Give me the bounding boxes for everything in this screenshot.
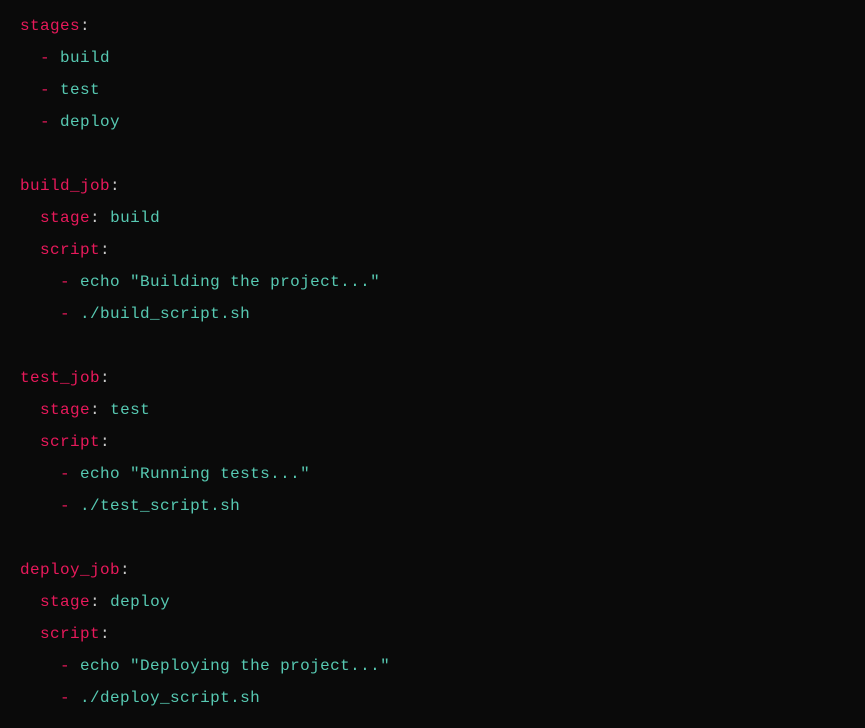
yaml-dash: - (60, 657, 70, 675)
colon: : (100, 241, 110, 259)
colon: : (90, 401, 100, 419)
yaml-key-stage: stage (40, 593, 90, 611)
yaml-stage-value: test (110, 401, 150, 419)
yaml-key-script: script (40, 433, 100, 451)
yaml-stage-item: test (60, 81, 100, 99)
yaml-script-line: echo "Deploying the project..." (80, 657, 390, 675)
yaml-key-script: script (40, 241, 100, 259)
yaml-stage-item: deploy (60, 113, 120, 131)
colon: : (90, 209, 100, 227)
yaml-stage-item: build (60, 49, 110, 67)
colon: : (90, 593, 100, 611)
yaml-script-line: ./build_script.sh (80, 305, 250, 323)
yaml-dash: - (40, 49, 50, 67)
colon: : (110, 177, 120, 195)
colon: : (100, 433, 110, 451)
yaml-dash: - (40, 81, 50, 99)
yaml-dash: - (60, 497, 70, 515)
yaml-key-stage: stage (40, 401, 90, 419)
yaml-job-name: test_job (20, 369, 100, 387)
yaml-dash: - (40, 113, 50, 131)
colon: : (100, 625, 110, 643)
yaml-stage-value: deploy (110, 593, 170, 611)
yaml-script-line: ./deploy_script.sh (80, 689, 260, 707)
yaml-key-script: script (40, 625, 100, 643)
colon: : (80, 17, 90, 35)
yaml-key-stage: stage (40, 209, 90, 227)
yaml-job-name: deploy_job (20, 561, 120, 579)
yaml-key-stages: stages (20, 17, 80, 35)
yaml-job-name: build_job (20, 177, 110, 195)
yaml-script-line: echo "Running tests..." (80, 465, 310, 483)
yaml-dash: - (60, 273, 70, 291)
yaml-dash: - (60, 465, 70, 483)
colon: : (120, 561, 130, 579)
yaml-script-line: echo "Building the project..." (80, 273, 380, 291)
yaml-dash: - (60, 305, 70, 323)
yaml-script-line: ./test_script.sh (80, 497, 240, 515)
yaml-dash: - (60, 689, 70, 707)
yaml-stage-value: build (110, 209, 160, 227)
colon: : (100, 369, 110, 387)
yaml-code-block: stages: - build - test - deploy build_jo… (0, 0, 865, 728)
